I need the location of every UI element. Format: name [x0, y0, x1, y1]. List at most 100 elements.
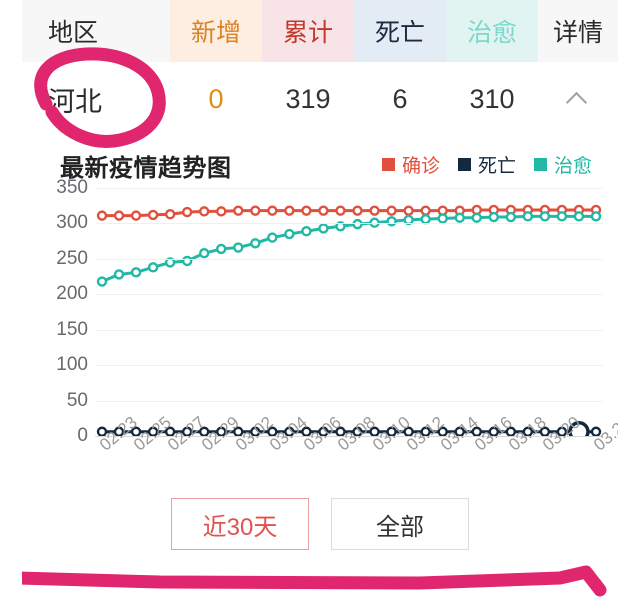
data-point-治愈-03.04[interactable]	[267, 232, 278, 243]
gridline-200	[95, 294, 603, 296]
data-point-治愈-03.02[interactable]	[233, 242, 244, 253]
gridline-250	[95, 258, 603, 260]
legend-item-confirmed[interactable]: 确诊	[381, 151, 440, 178]
data-point-确诊-03.07[interactable]	[318, 205, 329, 216]
y-axis-tick-300: 300	[56, 212, 88, 234]
legend-swatch-cured	[533, 158, 547, 171]
total-value: 319	[285, 83, 331, 114]
column-header-detail-label: 详情	[552, 19, 603, 47]
chevron-up-icon[interactable]	[567, 88, 589, 110]
column-header-detail[interactable]: 详情	[538, 0, 618, 62]
data-point-确诊-03.13[interactable]	[420, 205, 431, 216]
data-point-治愈-03.15[interactable]	[454, 212, 465, 223]
data-point-确诊-03.09[interactable]	[352, 205, 363, 216]
series-line-确诊	[100, 208, 598, 218]
range-button-all-label: 全部	[376, 513, 424, 541]
gutter-right	[618, 0, 640, 600]
data-point-治愈-03.05[interactable]	[284, 228, 295, 240]
cell-region: 河北	[22, 62, 170, 136]
y-axis-labels: 0 50 100 150 200 250 300 350	[22, 177, 94, 446]
data-point-治愈-02.29[interactable]	[199, 247, 210, 259]
column-header-cured[interactable]: 治愈	[446, 0, 538, 62]
column-header-region[interactable]: 地区	[22, 0, 170, 62]
data-point-治愈-02.24[interactable]	[113, 269, 125, 280]
y-axis-tick-150: 150	[56, 318, 88, 340]
gridline-150	[95, 329, 603, 331]
plot-area	[95, 188, 603, 443]
range-button-all[interactable]: 全部	[331, 498, 469, 550]
data-point-治愈-03.23[interactable]	[590, 211, 602, 222]
data-point-确诊-02.29[interactable]	[199, 206, 210, 217]
data-point-治愈-03.22[interactable]	[573, 211, 585, 222]
gridline-50	[95, 400, 603, 402]
chart-card: 最新疫情趋势图 确诊 死亡 治愈 0 50 100 150 200 250 300 350	[22, 136, 635, 564]
data-point-确诊-03.03[interactable]	[250, 205, 261, 216]
data-point-治愈-03.14[interactable]	[437, 213, 448, 224]
column-header-new[interactable]: 新增	[170, 0, 262, 62]
data-point-确诊-03.12[interactable]	[403, 205, 414, 216]
data-point-治愈-03.19[interactable]	[522, 211, 534, 222]
column-header-region-label: 地区	[48, 19, 99, 47]
data-point-治愈-03.16[interactable]	[471, 212, 482, 223]
data-point-治愈-03.07[interactable]	[318, 223, 329, 234]
legend-label-confirmed: 确诊	[401, 156, 440, 177]
table-header-row: 地区 新增 累计 死亡 治愈 详情	[22, 0, 618, 62]
table-row[interactable]: 河北 0 319 6 310	[22, 62, 618, 137]
data-point-治愈-02.25[interactable]	[130, 267, 142, 278]
legend-item-cured[interactable]: 治愈	[533, 151, 592, 178]
region-name: 河北	[48, 86, 102, 117]
data-point-治愈-03.03[interactable]	[250, 238, 261, 249]
data-point-治愈-03.01[interactable]	[216, 243, 227, 255]
column-header-total[interactable]: 累计	[262, 0, 354, 62]
legend-swatch-confirmed	[381, 158, 395, 171]
data-point-确诊-02.26[interactable]	[147, 209, 159, 221]
data-point-治愈-03.17[interactable]	[488, 211, 499, 223]
data-point-治愈-03.18[interactable]	[505, 211, 517, 223]
covid-region-panel: 地区 新增 累计 死亡 治愈 详情 河北 0 319 6 310 最新疫情趋势图…	[0, 0, 640, 600]
gridline-350	[95, 188, 603, 189]
data-point-治愈-02.26[interactable]	[147, 262, 159, 273]
new-value: 0	[208, 83, 224, 114]
y-axis-tick-100: 100	[56, 354, 88, 376]
column-header-new-label: 新增	[190, 19, 241, 47]
data-point-确诊-03.08[interactable]	[335, 205, 346, 216]
data-point-确诊-03.05[interactable]	[284, 205, 295, 216]
cell-death: 6	[354, 62, 446, 136]
data-point-确诊-02.23[interactable]	[96, 210, 108, 221]
trend-line-chart	[96, 204, 602, 443]
chart-legend: 确诊 死亡 治愈	[381, 151, 592, 178]
range-button-group: 近30天 全部	[22, 498, 618, 550]
y-axis-tick-350: 350	[56, 177, 88, 198]
data-point-确诊-02.25[interactable]	[130, 210, 142, 221]
column-header-total-label: 累计	[282, 19, 333, 47]
cell-total: 319	[262, 62, 354, 136]
data-point-确诊-03.01[interactable]	[216, 206, 227, 217]
legend-item-death[interactable]: 死亡	[457, 151, 516, 178]
legend-label-death: 死亡	[477, 156, 516, 177]
data-point-治愈-03.06[interactable]	[301, 226, 312, 237]
data-point-治愈-03.21[interactable]	[556, 211, 568, 222]
chart-header: 最新疫情趋势图 确诊 死亡 治愈	[22, 148, 618, 182]
cell-detail[interactable]	[538, 62, 618, 136]
data-point-确诊-02.27[interactable]	[164, 209, 176, 220]
series-line-治愈	[100, 214, 598, 284]
data-point-确诊-03.11[interactable]	[386, 205, 397, 216]
data-point-治愈-02.23[interactable]	[96, 276, 108, 287]
legend-swatch-death	[457, 158, 471, 171]
cell-cured: 310	[446, 62, 538, 136]
cured-value: 310	[469, 83, 515, 114]
cell-new: 0	[170, 62, 262, 136]
range-button-30days[interactable]: 近30天	[171, 498, 309, 550]
death-value: 6	[392, 83, 408, 114]
data-point-治愈-03.20[interactable]	[539, 211, 551, 222]
data-point-确诊-03.04[interactable]	[267, 205, 278, 216]
data-point-确诊-03.06[interactable]	[301, 205, 312, 216]
data-point-确诊-03.02[interactable]	[233, 205, 244, 216]
gridline-100	[95, 365, 603, 367]
gutter-left	[0, 0, 22, 600]
column-header-death[interactable]: 死亡	[354, 0, 446, 62]
data-point-确诊-02.24[interactable]	[113, 210, 125, 221]
data-point-确诊-02.28[interactable]	[181, 206, 193, 218]
data-point-确诊-03.10[interactable]	[369, 205, 380, 216]
data-point-治愈-03.13[interactable]	[420, 213, 431, 225]
